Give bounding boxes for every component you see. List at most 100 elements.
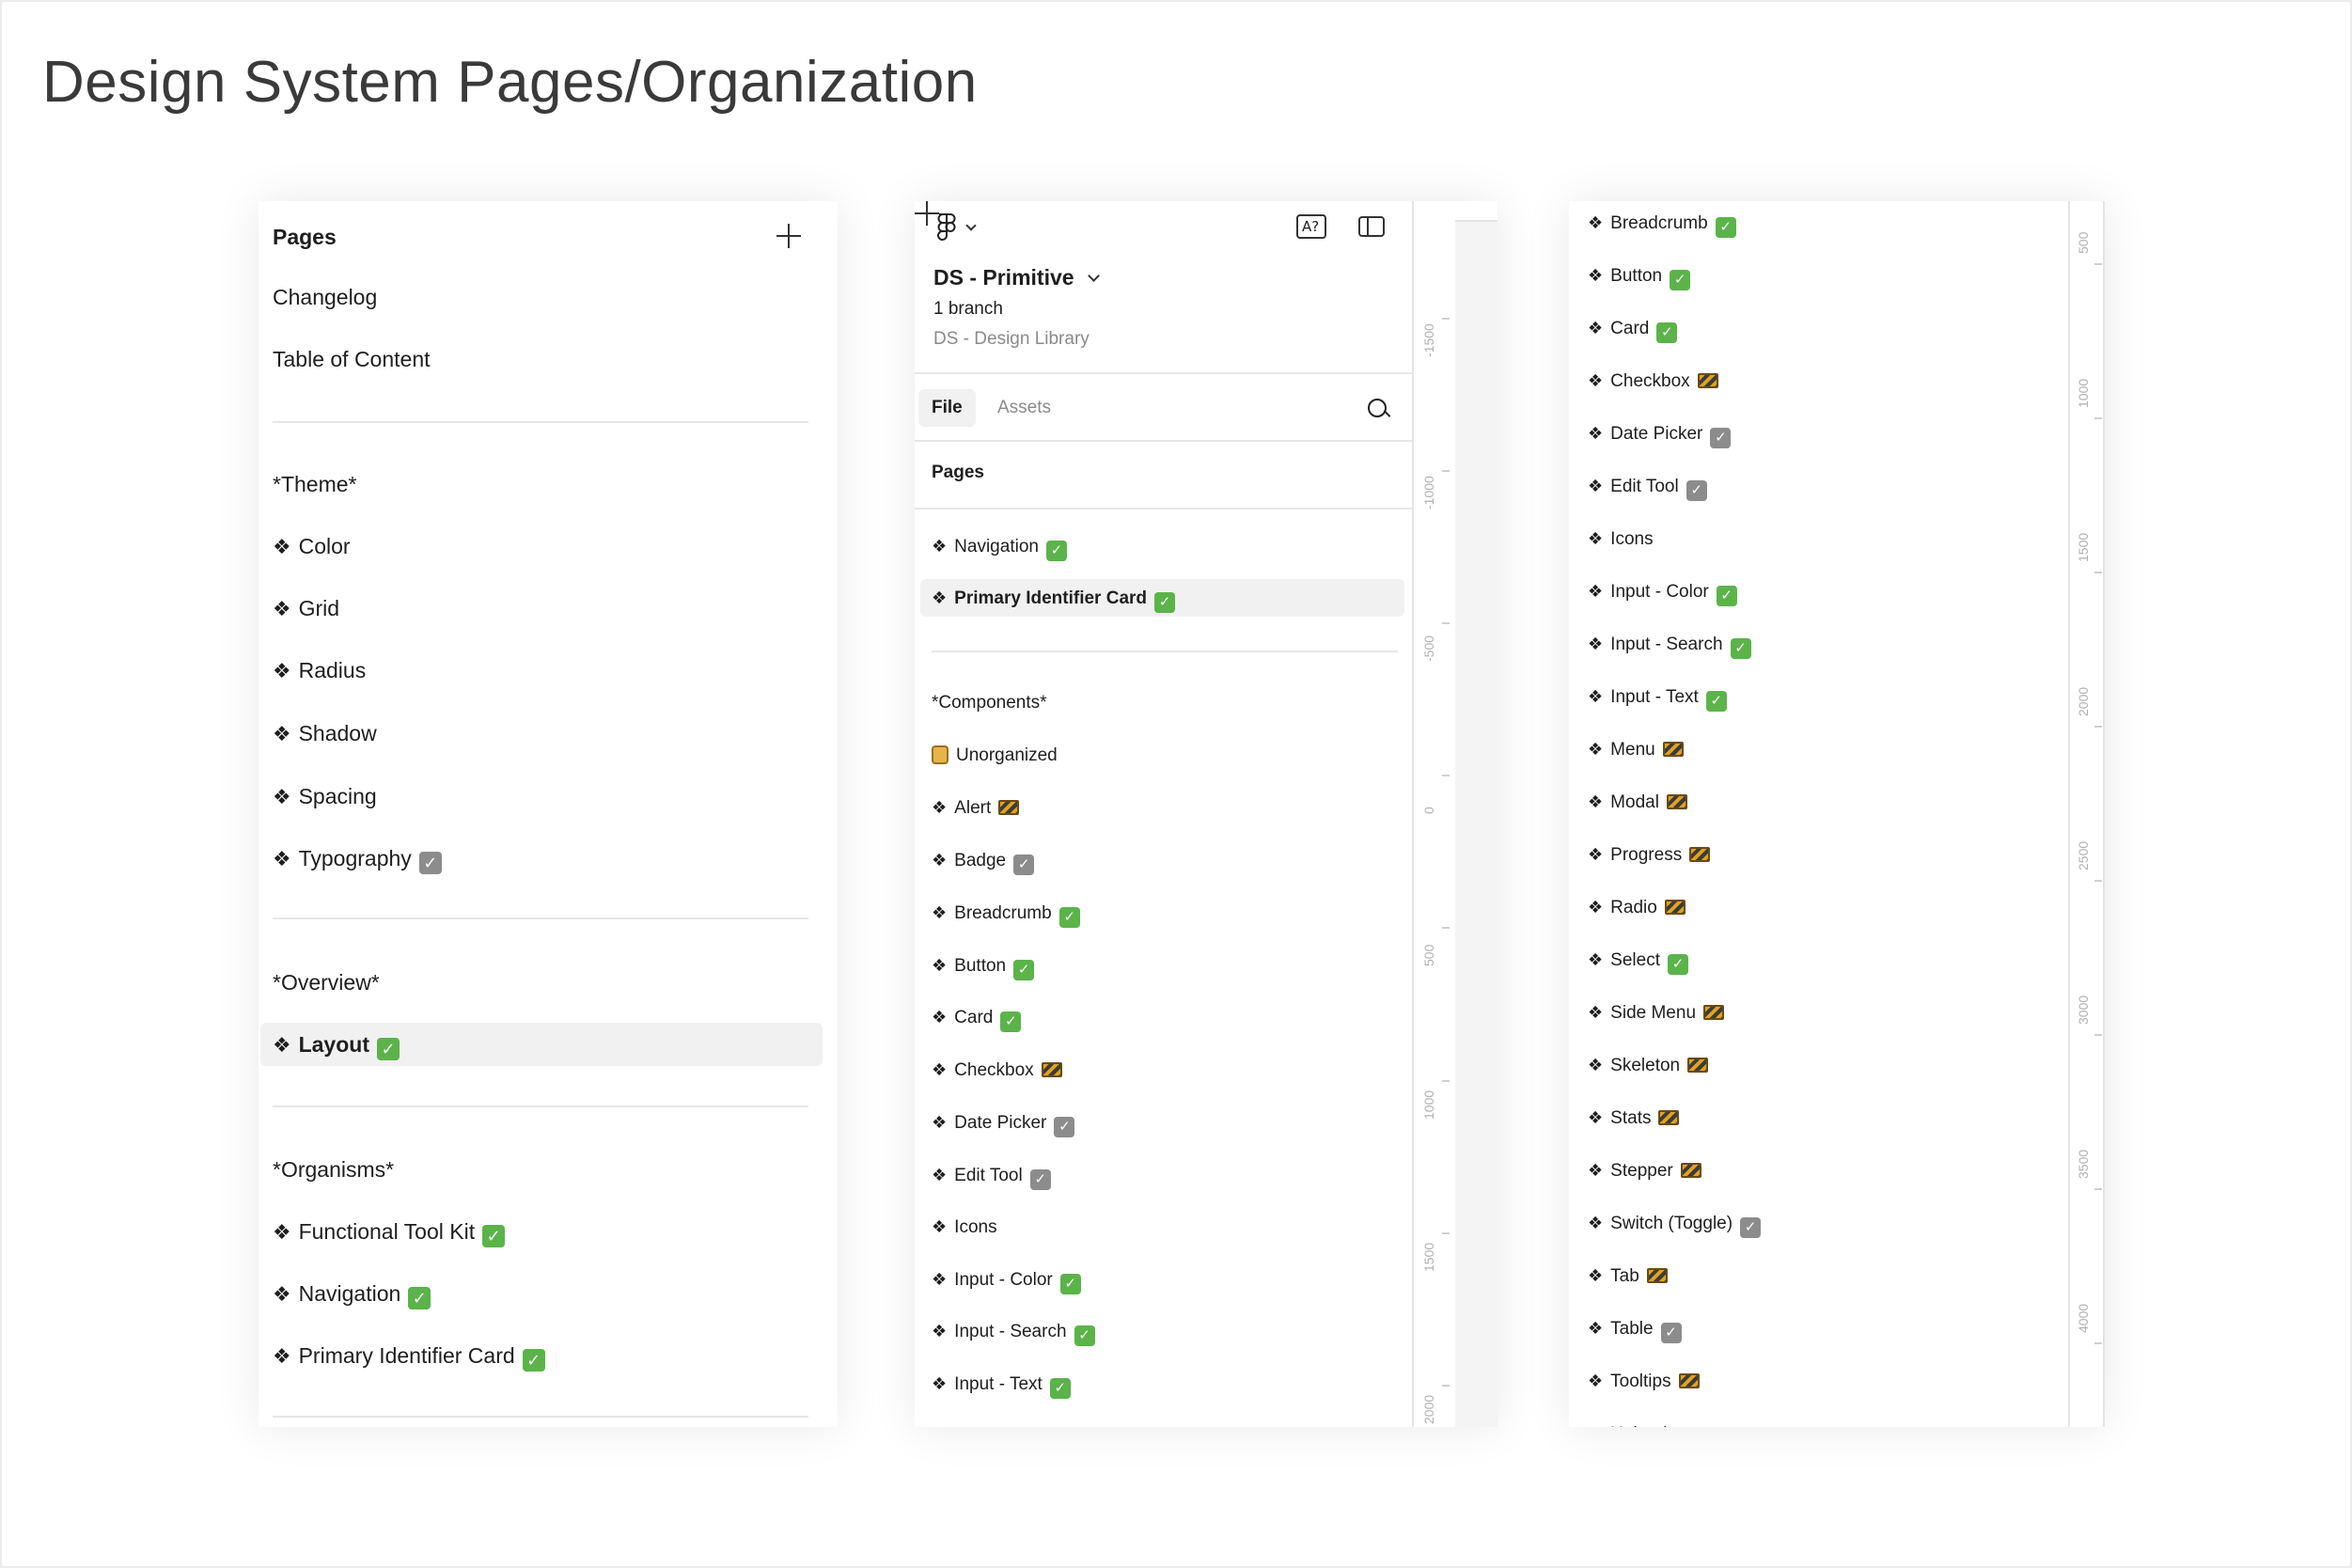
page-item-navigation[interactable]: ❖ Navigation ✓: [932, 527, 1411, 565]
page-item-table-of-content[interactable]: Table of Content: [273, 337, 823, 381]
page-item-label: Typography: [298, 846, 412, 870]
construction-icon: [1646, 1268, 1668, 1283]
add-page-plus-icon[interactable]: [915, 201, 935, 222]
page-item-edit-tool[interactable]: ❖ Edit Tool ✓: [932, 1156, 1411, 1194]
page-item-side-menu[interactable]: ❖ Side Menu: [1588, 994, 2058, 1031]
page-item-switch-toggle[interactable]: ❖ Switch (Toggle) ✓: [1588, 1204, 2058, 1242]
page-item-breadcrumb[interactable]: ❖ Breadcrumb ✓: [1588, 204, 2058, 242]
ruler-tick: [1442, 622, 1450, 624]
page-item-skeleton[interactable]: ❖ Skeleton: [1588, 1046, 2058, 1084]
check-review-icon: ✓: [1660, 1323, 1682, 1343]
page-item-label: Radio: [1610, 898, 1657, 917]
page-item-icons[interactable]: ❖ Icons: [1588, 520, 2058, 557]
page-item-radius[interactable]: ❖ Radius: [273, 649, 823, 692]
tab-assets[interactable]: Assets: [984, 389, 1064, 427]
page-item-label: Changelog: [273, 285, 378, 309]
component-diamond-icon: ❖: [932, 1166, 948, 1184]
page-item-label: Input - Search: [954, 1322, 1067, 1341]
page-item-edit-tool[interactable]: ❖ Edit Tool ✓: [1588, 467, 2058, 505]
page-item-navigation[interactable]: ❖ Navigation ✓: [273, 1272, 823, 1315]
page-item-input-text[interactable]: ❖ Input - Text ✓: [932, 1365, 1411, 1403]
page-item-changelog[interactable]: Changelog: [273, 275, 823, 319]
page-item-input-color[interactable]: ❖ Input - Color ✓: [932, 1261, 1411, 1298]
file-menu-chevron-icon[interactable]: [1088, 270, 1100, 282]
vertical-ruler: -1500 -1000 -500 0 500 1000 1500 2000: [1412, 201, 1455, 1427]
page-item-organisms[interactable]: *Organisms*: [273, 1148, 823, 1191]
page-item-label: Icons: [954, 1217, 997, 1237]
page-item-stepper[interactable]: ❖ Stepper: [1588, 1152, 2058, 1189]
page-item-label: Unorganized: [956, 745, 1058, 765]
library-label[interactable]: DS - Design Library: [933, 329, 1090, 350]
page-item-input-search[interactable]: ❖ Input - Search ✓: [932, 1312, 1411, 1350]
ruler-label: 2500: [2076, 840, 2091, 870]
page-item-icons[interactable]: ❖ Icons: [932, 1208, 1411, 1246]
ruler-label: 4000: [2076, 1303, 2091, 1333]
page-item-stats[interactable]: ❖ Stats: [1588, 1099, 2058, 1137]
page-item-tab[interactable]: ❖ Tab: [1588, 1257, 2058, 1294]
check-done-icon: ✓: [1715, 217, 1736, 238]
search-icon[interactable]: [1368, 399, 1390, 421]
page-item-checkbox[interactable]: ❖ Checkbox: [932, 1051, 1411, 1089]
page-item-theme[interactable]: *Theme*: [273, 463, 823, 506]
page-item-select[interactable]: ❖ Select ✓: [1588, 941, 2058, 979]
page-item-overview[interactable]: *Overview*: [273, 961, 823, 1004]
page-item-menu[interactable]: ❖ Menu: [1588, 730, 2058, 768]
check-done-icon: ✓: [1670, 270, 1691, 290]
page-item-card[interactable]: ❖ Card ✓: [932, 998, 1411, 1036]
page-item-layout[interactable]: ❖ Layout ✓: [260, 1023, 823, 1066]
page-item-label: Menu: [1610, 740, 1655, 760]
page-item-label: Progress: [1610, 845, 1683, 865]
component-diamond-icon: ❖: [1588, 687, 1604, 706]
page-item-modal[interactable]: ❖ Modal: [1588, 783, 2058, 821]
chevron-down-icon[interactable]: [965, 220, 977, 231]
page-item-radio[interactable]: ❖ Radio: [1588, 888, 2058, 926]
page-item-input-color[interactable]: ❖ Input - Color ✓: [1588, 572, 2058, 610]
page-item-grid[interactable]: ❖ Grid: [273, 587, 823, 630]
check-done-icon: ✓: [1045, 541, 1067, 561]
page-item-typography[interactable]: ❖ Typography ✓: [273, 837, 823, 880]
figma-logo-icon[interactable]: [935, 212, 958, 243]
page-item-components[interactable]: *Components*: [932, 684, 1411, 722]
ruler-label: -1000: [1421, 476, 1436, 510]
canvas-area: [1455, 201, 1497, 1427]
branch-label[interactable]: 1 branch: [933, 299, 1003, 320]
file-name[interactable]: DS - Primitive: [933, 265, 1100, 290]
page-item-date-picker[interactable]: ❖ Date Picker ✓: [1588, 415, 2058, 452]
tab-file[interactable]: File: [918, 389, 976, 427]
sidebar-toggle-icon[interactable]: [1358, 216, 1385, 237]
page-item-table[interactable]: ❖ Table ✓: [1588, 1309, 2058, 1347]
page-item-button[interactable]: ❖ Button ✓: [1588, 257, 2058, 294]
component-diamond-icon: ❖: [1588, 529, 1604, 548]
pages-header-title: Pages: [273, 225, 337, 249]
page-item-uploader[interactable]: ❖Uploader✓: [1588, 1415, 2058, 1427]
page-item-color[interactable]: ❖ Color: [273, 525, 823, 568]
page-item-progress[interactable]: ❖ Progress: [1588, 836, 2058, 873]
divider: [273, 1416, 808, 1418]
page-item-shadow[interactable]: ❖ Shadow: [273, 712, 823, 755]
page-item-date-picker[interactable]: ❖ Date Picker ✓: [932, 1104, 1411, 1141]
page-item-input-text[interactable]: ❖ Input - Text ✓: [1588, 678, 2058, 715]
page-item-label: Breadcrumb: [1610, 213, 1708, 233]
page-item-card[interactable]: ❖ Card ✓: [1588, 309, 2058, 347]
page-item-input-search[interactable]: ❖ Input - Search ✓: [1588, 625, 2058, 663]
page-item-checkbox[interactable]: ❖ Checkbox: [1588, 362, 2058, 400]
page-item-functional-tool-kit[interactable]: ❖ Functional Tool Kit ✓: [273, 1210, 823, 1253]
page-item-badge[interactable]: ❖ Badge ✓: [932, 841, 1411, 879]
ruler-label: 1500: [1421, 1242, 1436, 1272]
page-item-primary-identifier-card[interactable]: ❖ Primary Identifier Card ✓: [273, 1334, 823, 1377]
component-diamond-icon: ❖: [932, 1374, 948, 1393]
page-item-button[interactable]: ❖ Button ✓: [932, 947, 1411, 984]
page-item-primary-identifier-card[interactable]: ❖ Primary Identifier Card ✓: [920, 579, 1404, 617]
page-item-breadcrumb[interactable]: ❖ Breadcrumb ✓: [932, 894, 1411, 932]
page-item-alert[interactable]: ❖ Alert: [932, 789, 1411, 826]
check-done-icon: ✓: [1154, 592, 1176, 613]
component-diamond-icon: ❖: [932, 1060, 948, 1079]
ruler-tick: [2094, 1188, 2102, 1190]
page-item-spacing[interactable]: ❖ Spacing: [273, 775, 823, 818]
page-item-label: Card: [954, 1008, 994, 1027]
page-item-unorganized[interactable]: Unorganized: [932, 737, 1411, 775]
ruler-label: 1000: [1421, 1090, 1436, 1120]
text-spellcheck-icon[interactable]: A?: [1296, 214, 1326, 239]
page-item-tooltips[interactable]: ❖ Tooltips: [1588, 1362, 2058, 1400]
plus-icon[interactable]: [776, 224, 801, 248]
